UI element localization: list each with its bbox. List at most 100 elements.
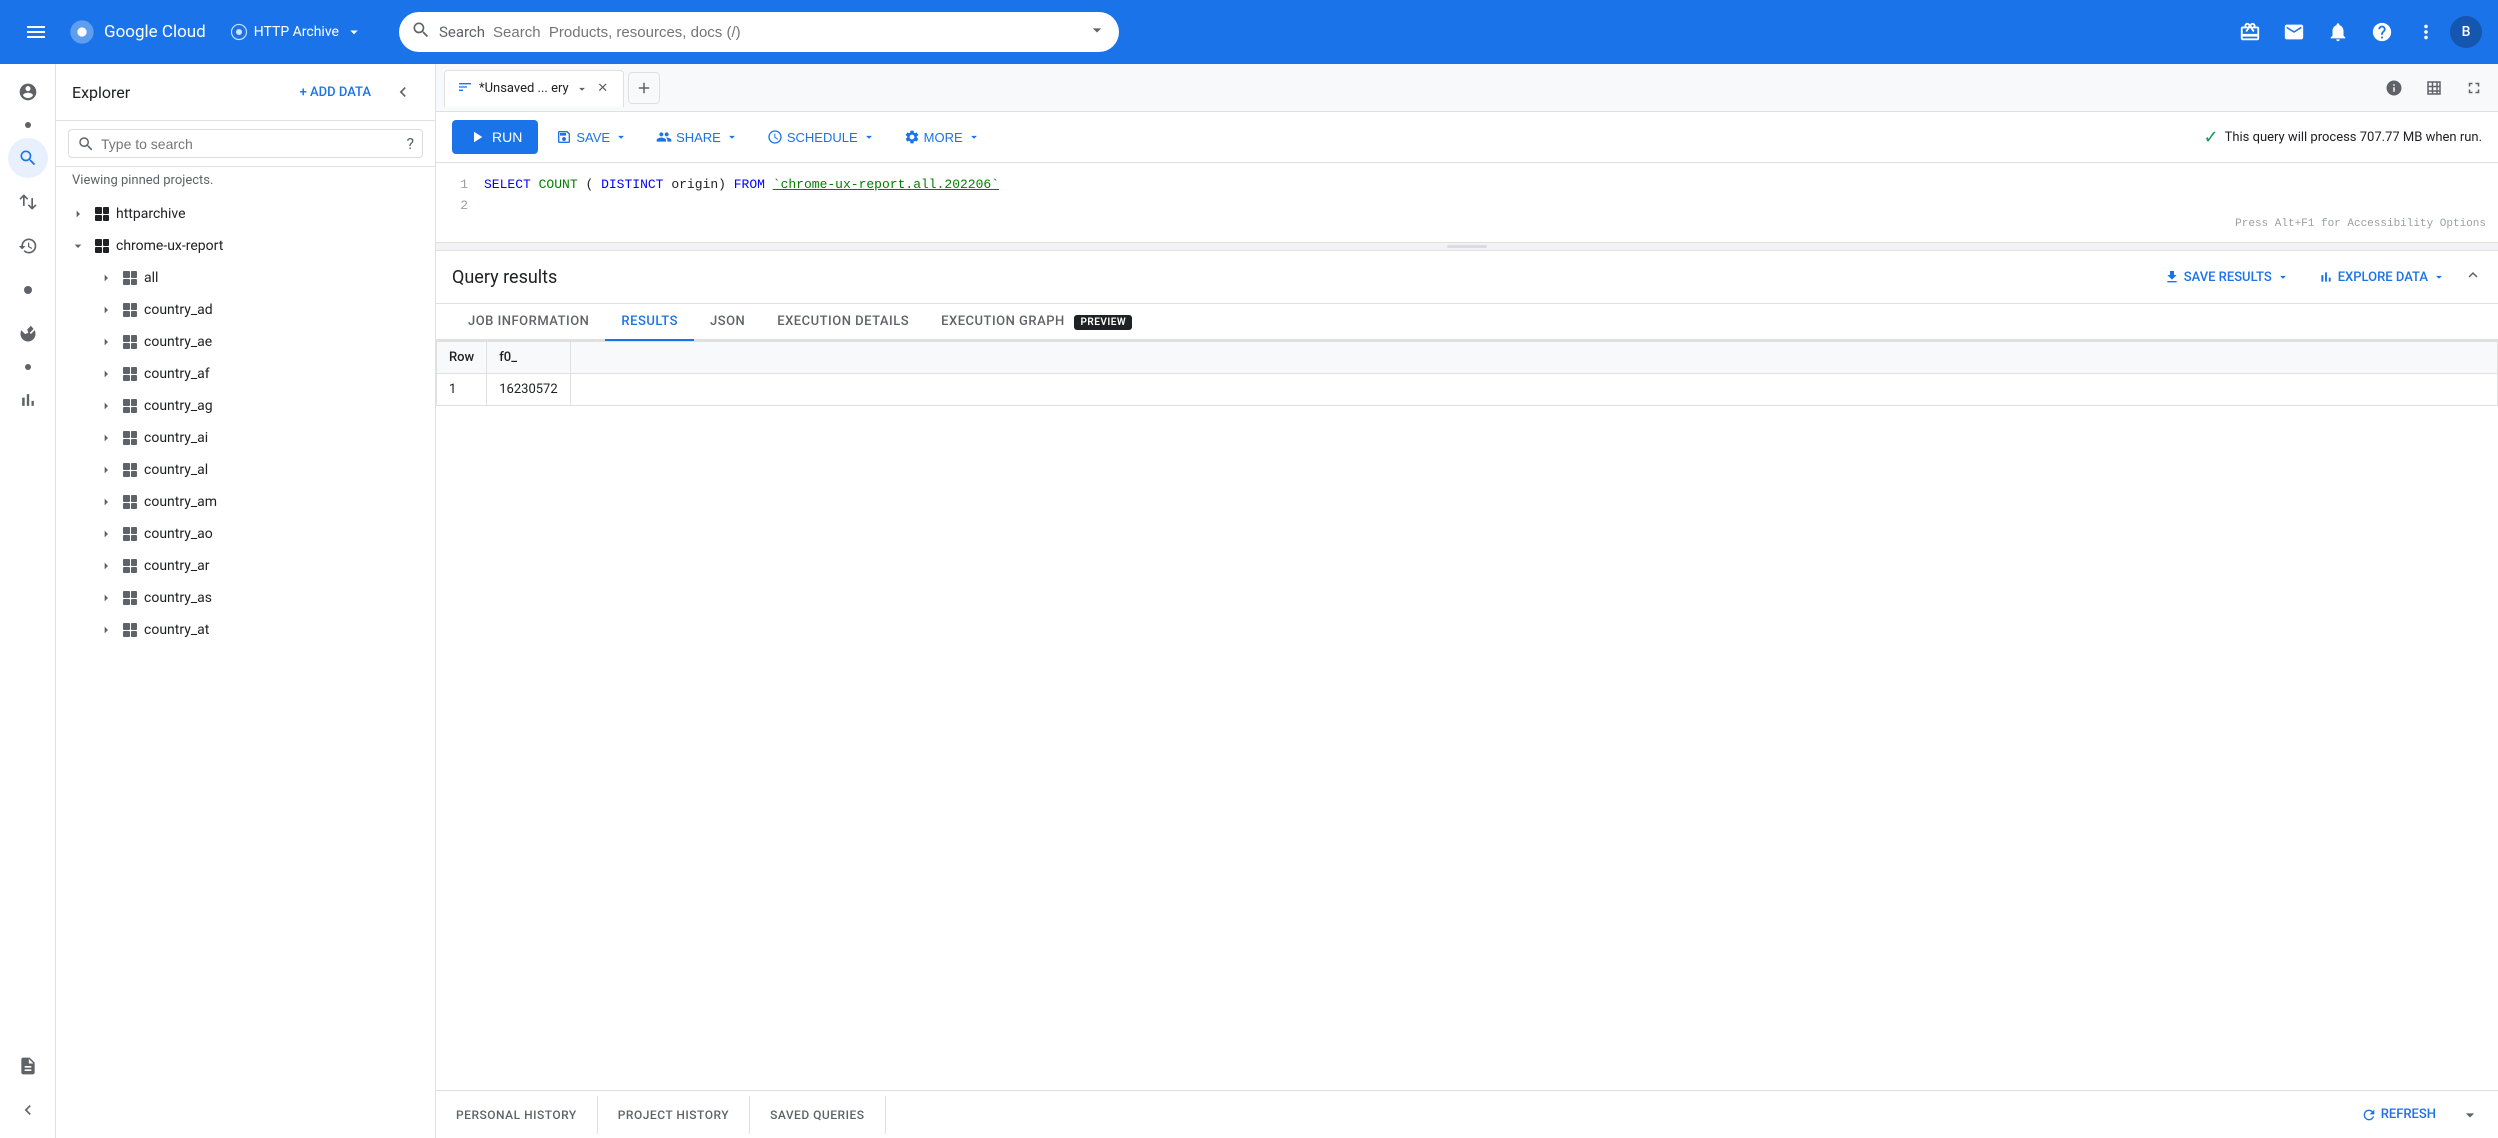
user-avatar[interactable]: B [2450, 16, 2482, 48]
tree-item-country-al[interactable]: country_al ⋮ [56, 454, 435, 486]
tree-item-country-ae[interactable]: country_ae ⋮ [56, 326, 435, 358]
sidebar-content-button[interactable] [8, 1046, 48, 1086]
tree-expand-all[interactable] [96, 268, 116, 288]
tree-more-country-ar[interactable]: ⋮ [414, 559, 427, 574]
tab-info-icon-button[interactable] [2378, 72, 2410, 104]
help-icon-button[interactable] [2362, 12, 2402, 52]
refresh-button[interactable]: REFRESH [2351, 1101, 2446, 1129]
query-editor[interactable]: 1 SELECT COUNT ( DISTINCT origin) FROM `… [436, 163, 2498, 243]
collapse-panel-button[interactable] [387, 76, 419, 108]
global-search-input[interactable] [493, 24, 1079, 41]
notification-icon-button[interactable] [2318, 12, 2358, 52]
tab-job-information[interactable]: JOB INFORMATION [452, 304, 605, 341]
tree-more-httparchive[interactable]: ⋮ [414, 207, 427, 222]
query-tab-unsaved[interactable]: *Unsaved ... ery ✕ [444, 70, 624, 107]
tree-item-all[interactable]: all ⋮ [56, 262, 435, 294]
sidebar-collapse-button[interactable] [8, 1090, 48, 1130]
tree-expand-country-ao[interactable] [96, 524, 116, 544]
more-button[interactable]: MORE [894, 123, 991, 151]
tree-item-country-ao[interactable]: country_ao ⋮ [56, 518, 435, 550]
gift-icon-button[interactable] [2230, 12, 2270, 52]
sidebar-home-button[interactable] [8, 72, 48, 112]
pin-icon-chrome-ux[interactable]: 📌 [396, 239, 412, 254]
sidebar-history-button[interactable] [8, 226, 48, 266]
tree-item-country-ad[interactable]: country_ad ⋮ [56, 294, 435, 326]
tree-item-country-ar[interactable]: country_ar ⋮ [56, 550, 435, 582]
add-data-button[interactable]: + ADD DATA [292, 79, 379, 106]
global-search-bar[interactable]: Search [399, 12, 1119, 52]
results-tabs: JOB INFORMATION RESULTS JSON EXECUTION D… [436, 304, 2498, 341]
tab-execution-graph[interactable]: EXECUTION GRAPH PREVIEW [925, 304, 1148, 341]
tree-more-country-al[interactable]: ⋮ [414, 463, 427, 478]
tree-more-country-as[interactable]: ⋮ [414, 591, 427, 606]
tree-item-country-af[interactable]: country_af ⋮ [56, 358, 435, 390]
tree-more-country-ag[interactable]: ⋮ [414, 399, 427, 414]
schedule-button[interactable]: SCHEDULE [757, 123, 886, 151]
tree-expand-country-al[interactable] [96, 460, 116, 480]
tree-more-country-ae[interactable]: ⋮ [414, 335, 427, 350]
tree-expand-country-at[interactable] [96, 620, 116, 640]
tab-table-icon-button[interactable] [2418, 72, 2450, 104]
tree-expand-country-af[interactable] [96, 364, 116, 384]
tree-expand-country-as[interactable] [96, 588, 116, 608]
tree-item-country-at[interactable]: country_at ⋮ [56, 614, 435, 646]
sidebar-search-button[interactable] [8, 138, 48, 178]
tree-more-all[interactable]: ⋮ [414, 271, 427, 286]
sidebar-chart-button[interactable] [8, 380, 48, 420]
save-button[interactable]: SAVE [546, 123, 638, 151]
hamburger-menu-button[interactable] [16, 12, 56, 52]
run-button[interactable]: RUN [452, 120, 538, 154]
tree-more-chrome-ux[interactable]: ⋮ [414, 239, 427, 254]
tab-json[interactable]: JSON [694, 304, 761, 341]
tree-expand-httparchive[interactable] [68, 204, 88, 224]
tree-item-country-ai[interactable]: country_ai ⋮ [56, 422, 435, 454]
search-expand-icon[interactable] [1087, 20, 1107, 44]
explore-dropdown-icon [2432, 270, 2446, 284]
tree-expand-country-ai[interactable] [96, 428, 116, 448]
tab-dropdown-icon[interactable] [575, 82, 589, 96]
tree-more-country-ai[interactable]: ⋮ [414, 431, 427, 446]
tree-item-country-as[interactable]: country_as ⋮ [56, 582, 435, 614]
add-data-label: + ADD DATA [300, 85, 371, 100]
save-results-button[interactable]: SAVE RESULTS [2154, 263, 2300, 291]
tree-expand-chrome-ux[interactable] [68, 236, 88, 256]
tree-expand-country-am[interactable] [96, 492, 116, 512]
tab-execution-details[interactable]: EXECUTION DETAILS [761, 304, 925, 341]
tree-more-country-af[interactable]: ⋮ [414, 367, 427, 382]
editor-resize-handle[interactable] [436, 243, 2498, 251]
tree-item-country-am[interactable]: country_am ⋮ [56, 486, 435, 518]
help-circle-icon[interactable]: ? [406, 134, 414, 153]
history-tab-personal[interactable]: PERSONAL HISTORY [436, 1096, 598, 1134]
collapse-history-button[interactable] [2454, 1099, 2486, 1131]
tree-item-country-ag[interactable]: country_ag ⋮ [56, 390, 435, 422]
tab-expand-icon-button[interactable] [2458, 72, 2490, 104]
more-vert-icon-button[interactable] [2406, 12, 2446, 52]
tree-expand-country-ag[interactable] [96, 396, 116, 416]
sidebar-wrench-button[interactable] [8, 314, 48, 354]
sidebar-dot-2[interactable] [8, 270, 48, 310]
email-icon-button[interactable] [2274, 12, 2314, 52]
sidebar-transfer-button[interactable] [8, 182, 48, 222]
table-icon-country-ad [120, 300, 140, 320]
editor-line-1: 1 SELECT COUNT ( DISTINCT origin) FROM `… [452, 175, 2482, 196]
tab-results[interactable]: RESULTS [605, 304, 694, 341]
tree-item-chrome-ux-report[interactable]: chrome-ux-report 📌 ⋮ [56, 230, 435, 262]
google-cloud-logo[interactable]: Google Cloud [68, 18, 206, 46]
tree-more-country-am[interactable]: ⋮ [414, 495, 427, 510]
tree-item-httparchive[interactable]: httparchive ⋮ [56, 198, 435, 230]
tree-more-country-ao[interactable]: ⋮ [414, 527, 427, 542]
new-tab-button[interactable] [628, 72, 660, 104]
history-tab-saved[interactable]: SAVED QUERIES [750, 1096, 885, 1134]
history-tab-project[interactable]: PROJECT HISTORY [598, 1096, 750, 1134]
results-expand-icon[interactable] [2464, 266, 2482, 288]
tree-more-country-ad[interactable]: ⋮ [414, 303, 427, 318]
tree-expand-country-ar[interactable] [96, 556, 116, 576]
share-button[interactable]: SHARE [646, 123, 749, 151]
tree-expand-country-ae[interactable] [96, 332, 116, 352]
tab-close-button[interactable]: ✕ [595, 81, 611, 97]
explore-data-button[interactable]: EXPLORE DATA [2308, 263, 2456, 291]
tree-more-country-at[interactable]: ⋮ [414, 623, 427, 638]
project-selector[interactable]: HTTP Archive [222, 17, 371, 47]
tree-expand-country-ad[interactable] [96, 300, 116, 320]
explorer-search-input[interactable] [101, 136, 400, 152]
